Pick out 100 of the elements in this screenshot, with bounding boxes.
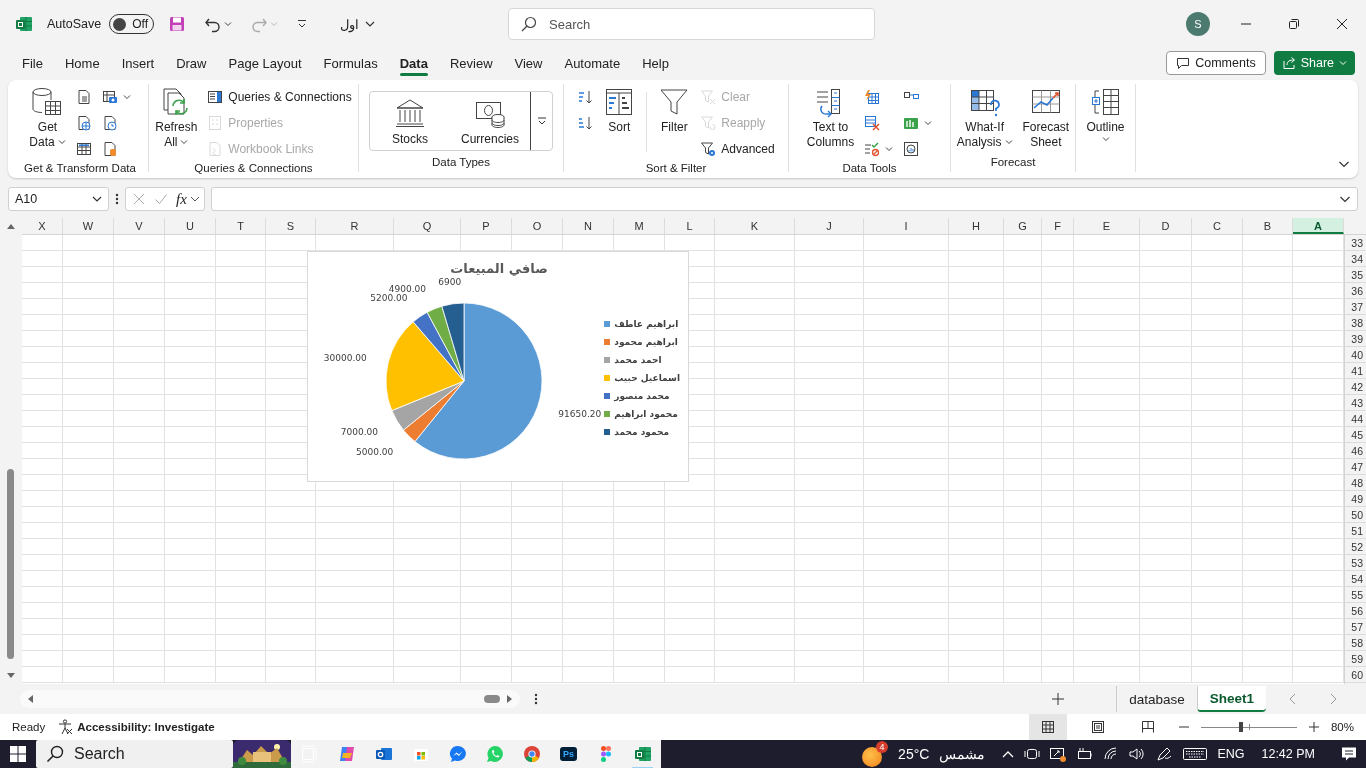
view-button[interactable]	[1028, 714, 1067, 740]
slider-thumb[interactable]	[1239, 722, 1244, 732]
row-header[interactable]: 47	[1345, 459, 1366, 475]
column-header[interactable]: V	[114, 218, 165, 234]
pie-slice[interactable]	[441, 302, 465, 382]
row-header[interactable]: 52	[1345, 539, 1366, 555]
row-header[interactable]: 40	[1345, 347, 1366, 363]
column-header[interactable]: S	[266, 218, 316, 234]
row-header[interactable]: 37	[1345, 299, 1366, 315]
row-header[interactable]: 39	[1345, 331, 1366, 347]
column-header[interactable]: X	[22, 218, 63, 234]
horizontal-scrollbar[interactable]	[20, 690, 520, 708]
row-header[interactable]: 43	[1345, 395, 1366, 411]
column-header[interactable]: L	[665, 218, 715, 234]
pie-slice[interactable]	[385, 321, 465, 411]
column-header[interactable]: G	[1004, 218, 1042, 234]
ribbon-button[interactable]: Forecast Sheet	[1019, 84, 1073, 152]
ribbon-tab[interactable]: View	[503, 48, 554, 78]
row-header[interactable]: 46	[1345, 443, 1366, 459]
row-header[interactable]: 56	[1345, 603, 1366, 619]
column-header[interactable]: U	[165, 218, 216, 234]
row-header[interactable]: 35	[1345, 267, 1366, 283]
row-header[interactable]: 45	[1345, 427, 1366, 443]
row-header[interactable]: 33	[1345, 235, 1366, 251]
ribbon-tab[interactable]: Data	[388, 48, 439, 78]
formula-field[interactable]	[210, 187, 1358, 211]
ribbon-button[interactable]: Advanced	[697, 136, 778, 162]
column-header[interactable]: N	[563, 218, 614, 234]
ribbon-button[interactable]: Outline	[1083, 84, 1128, 147]
column-header[interactable]: I	[864, 218, 949, 234]
pie-slice[interactable]	[391, 380, 465, 431]
taskbar-search-field[interactable]: Search	[36, 740, 233, 768]
scroll-thumb[interactable]	[484, 695, 500, 703]
column-header[interactable]: K	[715, 218, 795, 234]
column-header[interactable]: A	[1293, 218, 1344, 234]
cancel-button[interactable]	[132, 192, 146, 206]
file-name-button[interactable]: اول	[340, 16, 377, 32]
row-header[interactable]: 59	[1345, 651, 1366, 667]
row-header[interactable]: 60	[1345, 667, 1366, 683]
ribbon-button[interactable]: Get Data	[26, 84, 69, 152]
row-header[interactable]: 51	[1345, 523, 1366, 539]
row-header[interactable]: 41	[1345, 363, 1366, 379]
column-header[interactable]: R	[316, 218, 394, 234]
pie-slice[interactable]	[426, 305, 465, 382]
row-header[interactable]: 53	[1345, 555, 1366, 571]
row-header[interactable]: 55	[1345, 587, 1366, 603]
search-field[interactable]: Search	[508, 8, 875, 40]
account-avatar[interactable]: S	[1186, 12, 1210, 36]
row-header[interactable]: 42	[1345, 379, 1366, 395]
row-header[interactable]: 57	[1345, 619, 1366, 635]
ribbon-button[interactable]: Filter	[655, 84, 694, 137]
row-header[interactable]: 34	[1345, 251, 1366, 267]
ribbon-button[interactable]: What-If Analysis	[953, 84, 1016, 152]
column-header[interactable]: O	[512, 218, 563, 234]
language-indicator[interactable]: ENG	[1217, 747, 1245, 761]
row-header[interactable]: 48	[1345, 475, 1366, 491]
comments-button[interactable]: Comments	[1166, 51, 1266, 75]
row-header[interactable]: 49	[1345, 491, 1366, 507]
name-box[interactable]: A10	[8, 187, 109, 211]
sheet-tab[interactable]: Sheet1	[1196, 686, 1266, 712]
row-header[interactable]: 38	[1345, 315, 1366, 331]
column-header[interactable]: M	[614, 218, 665, 234]
column-header[interactable]: W	[63, 218, 114, 234]
gallery-option[interactable]: Currencies	[450, 92, 530, 150]
pie-slice[interactable]	[414, 302, 543, 460]
column-header[interactable]: Q	[394, 218, 461, 234]
ribbon-button[interactable]: Queries & Connections	[204, 84, 355, 110]
row-header[interactable]: 50	[1345, 507, 1366, 523]
column-header[interactable]: D	[1140, 218, 1192, 234]
share-button[interactable]: Share	[1273, 51, 1355, 75]
accessibility-button[interactable]: Accessibility: Investigate	[57, 719, 215, 735]
ribbon-tab[interactable]: Help	[631, 48, 680, 78]
column-header[interactable]: P	[461, 218, 512, 234]
row-header[interactable]: 58	[1345, 635, 1366, 651]
row-header[interactable]: 36	[1345, 283, 1366, 299]
ribbon-tab[interactable]: Draw	[165, 48, 218, 78]
column-header[interactable]: J	[795, 218, 864, 234]
ribbon-button[interactable]: Text to Columns	[803, 84, 858, 152]
zoom-level[interactable]: 80%	[1330, 721, 1354, 733]
column-header[interactable]: C	[1192, 218, 1243, 234]
taskbar-app[interactable]	[624, 740, 661, 768]
taskbar-app[interactable]: Ps	[550, 740, 587, 768]
scroll-thumb[interactable]	[7, 469, 14, 659]
column-header[interactable]: E	[1074, 218, 1140, 234]
ribbon-tab[interactable]: Page Layout	[217, 48, 313, 78]
ribbon-tab[interactable]: Review	[438, 48, 504, 78]
ribbon-tab[interactable]: Insert	[110, 48, 166, 78]
ribbon-tab[interactable]: Home	[53, 48, 111, 78]
ribbon-tab[interactable]: Formulas	[312, 48, 389, 78]
sheet-tab[interactable]: database	[1116, 686, 1197, 712]
ribbon-button[interactable]: Refresh All	[152, 84, 201, 152]
row-header[interactable]: 54	[1345, 571, 1366, 587]
gallery-option[interactable]: Stocks	[370, 92, 450, 150]
column-header[interactable]: H	[949, 218, 1004, 234]
column-header[interactable]: T	[216, 218, 266, 234]
row-header[interactable]: 44	[1345, 411, 1366, 427]
ribbon-tab[interactable]: File	[11, 48, 54, 78]
ribbon-button[interactable]: Sort	[600, 84, 639, 137]
ribbon-tab[interactable]: Automate	[553, 48, 632, 78]
column-header[interactable]: F	[1042, 218, 1074, 234]
